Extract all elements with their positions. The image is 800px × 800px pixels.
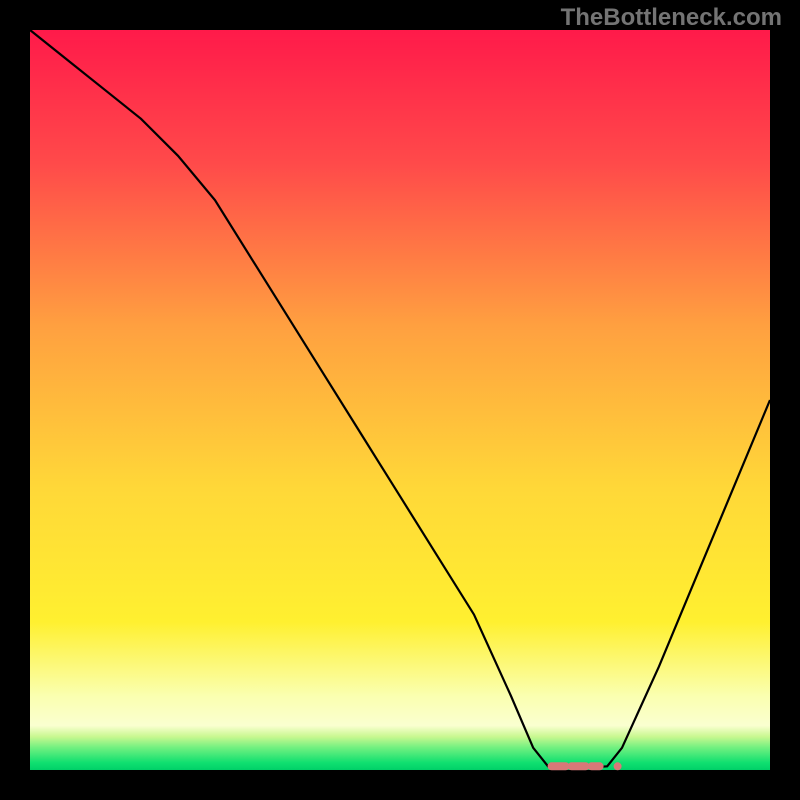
watermark-text: TheBottleneck.com [561, 4, 782, 32]
chart-container: TheBottleneck.com [0, 0, 800, 800]
plot-area [30, 30, 770, 770]
bottleneck-chart [0, 0, 800, 800]
